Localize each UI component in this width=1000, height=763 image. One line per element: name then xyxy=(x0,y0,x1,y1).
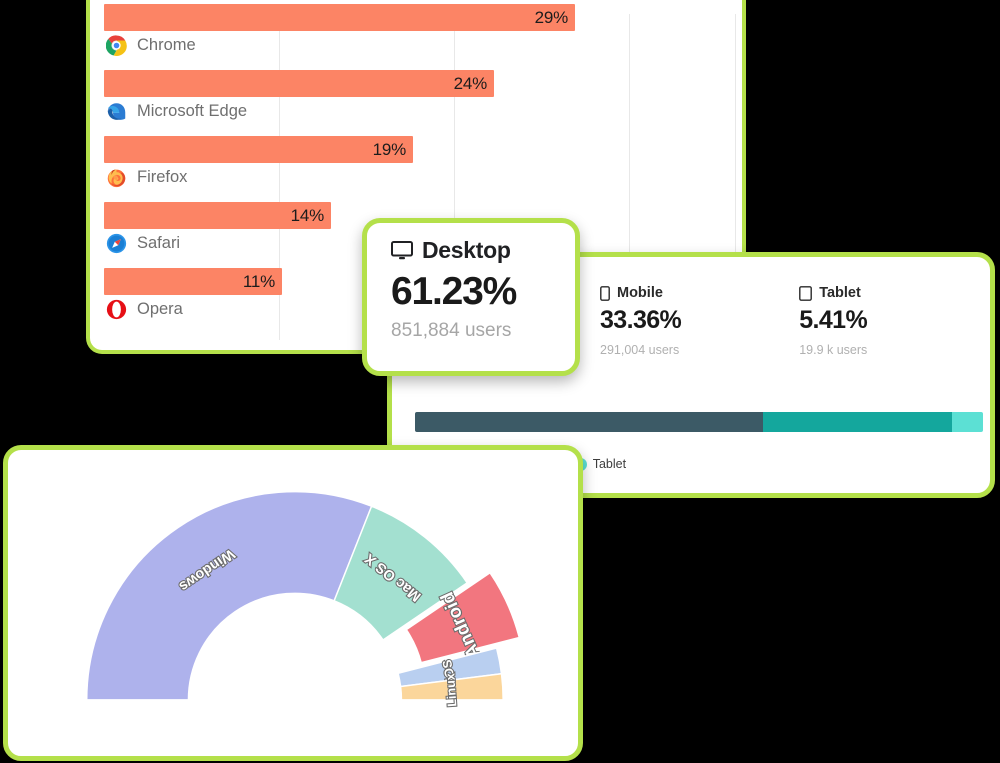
tablet-icon xyxy=(799,285,813,301)
desktop-card-inner: Desktop 61.23% 851,884 users xyxy=(367,223,575,342)
device-stat-title: Tablet xyxy=(819,285,861,301)
dashboard-root: 29% Chrome 24% Microsoft Edge 19% Firefo… xyxy=(0,0,1000,763)
browser-bar[interactable]: 24% xyxy=(104,70,494,97)
desktop-card-percent: 61.23% xyxy=(391,270,517,313)
device-stat-header: Tablet xyxy=(799,285,867,301)
desktop-highlight-card[interactable]: Desktop 61.23% 851,884 users xyxy=(362,218,580,376)
device-stat-percent: 5.41% xyxy=(799,306,868,334)
device-stacked-bar[interactable] xyxy=(415,412,983,432)
legend-label: Tablet xyxy=(592,457,627,471)
browser-label-group: Microsoft Edge xyxy=(106,101,247,122)
browser-value-label: 29% xyxy=(534,7,569,27)
firefox-icon xyxy=(107,169,126,188)
os-slice-windows[interactable]: Windows xyxy=(86,490,373,701)
os-half-donut-chart[interactable]: Windows Mac OS XAndroidiOSLinux xyxy=(8,450,578,756)
opera-icon xyxy=(106,299,127,320)
mobile-phone-icon xyxy=(600,285,610,301)
device-stat-users: 19.9 k users xyxy=(799,343,868,357)
desktop-card-header: Desktop xyxy=(391,237,575,264)
desktop-monitor-icon xyxy=(391,241,413,260)
browser-name: Opera xyxy=(137,300,183,318)
browser-label-group: Safari xyxy=(106,233,180,254)
device-stat-header: Mobile xyxy=(600,285,681,301)
browser-name: Firefox xyxy=(137,168,188,186)
operating-system-card: Windows Mac OS X Android iOS Linux xyxy=(3,445,583,761)
browser-bar[interactable]: 11% xyxy=(104,268,282,295)
desktop-card-title: Desktop xyxy=(422,237,511,263)
browser-name: Microsoft Edge xyxy=(137,102,248,120)
device-stats-group: Mobile 33.36% 291,004 users Tablet 5.41%… xyxy=(600,285,868,357)
browser-bar[interactable]: 14% xyxy=(104,202,331,229)
chrome-icon xyxy=(106,35,127,56)
device-stat-percent: 33.36% xyxy=(600,306,682,334)
stack-segment-desktop[interactable] xyxy=(415,412,763,432)
browser-bar[interactable]: 29% xyxy=(104,4,575,31)
browser-bar[interactable]: 19% xyxy=(104,136,413,163)
browser-value-label: 19% xyxy=(372,139,407,159)
browser-name: Chrome xyxy=(137,36,196,54)
browser-row[interactable]: 19% Firefox xyxy=(104,136,728,202)
browser-name: Safari xyxy=(137,234,181,252)
browser-row[interactable]: 29% Chrome xyxy=(104,4,728,70)
browser-label-group: Opera xyxy=(106,299,183,320)
os-slice-label: Linux xyxy=(443,673,459,707)
browser-value-label: 11% xyxy=(242,271,275,291)
device-stat-users: 291,004 users xyxy=(600,343,680,357)
edge-icon xyxy=(107,103,126,120)
device-stat-title: Mobile xyxy=(617,285,663,301)
desktop-card-users: 851,884 users xyxy=(391,320,512,341)
device-stat-tablet[interactable]: Tablet 5.41% 19.9 k users xyxy=(799,285,867,357)
os-slice-shape xyxy=(86,490,373,701)
stack-segment-mobile[interactable] xyxy=(762,412,953,432)
browser-label-group: Chrome xyxy=(106,35,196,56)
device-stat-mobile[interactable]: Mobile 33.36% 291,004 users xyxy=(600,285,682,357)
stack-segment-tablet[interactable] xyxy=(952,412,983,432)
safari-icon xyxy=(106,233,127,254)
browser-label-group: Firefox xyxy=(106,167,187,188)
browser-value-label: 14% xyxy=(290,205,325,225)
browser-row[interactable]: 24% Microsoft Edge xyxy=(104,70,728,136)
browser-value-label: 24% xyxy=(453,73,488,93)
